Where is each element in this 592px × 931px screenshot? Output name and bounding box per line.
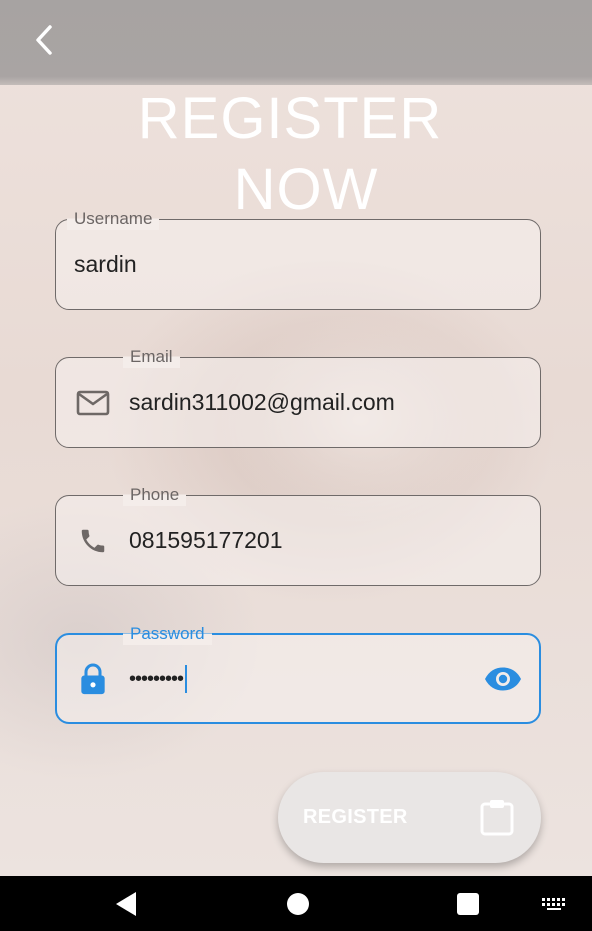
app-bar — [0, 0, 592, 85]
password-visibility-toggle[interactable] — [483, 659, 523, 699]
text-caret — [185, 664, 188, 693]
password-field[interactable]: Password ••••••••• — [55, 623, 541, 724]
lock-icon — [76, 662, 110, 696]
password-value: ••••••••• — [129, 635, 188, 722]
keyboard-icon — [542, 897, 565, 910]
triangle-back-icon — [116, 891, 136, 916]
username-field[interactable]: Username sardin — [55, 208, 541, 310]
password-mask: ••••••••• — [129, 667, 184, 690]
phone-icon — [76, 524, 110, 558]
system-nav-bar — [0, 876, 592, 931]
chevron-left-icon — [36, 25, 52, 55]
username-value: sardin — [74, 251, 137, 277]
email-field[interactable]: Email sardin311002@gmail.com — [55, 346, 541, 448]
eye-icon — [485, 667, 521, 690]
phone-value: 081595177201 — [129, 527, 283, 553]
mail-icon — [76, 386, 110, 420]
nav-keyboard-button[interactable] — [524, 876, 584, 931]
clipboard-icon — [480, 800, 514, 836]
nav-recents-button[interactable] — [438, 876, 498, 931]
register-button-label: REGISTER — [303, 806, 408, 828]
register-button[interactable]: REGISTER — [278, 772, 541, 863]
square-recents-icon — [457, 892, 479, 915]
phone-field[interactable]: Phone 081595177201 — [55, 484, 541, 586]
register-screen: REGISTER NOW Username sardin Email sardi… — [0, 0, 592, 876]
page-title-line1: REGISTER — [137, 86, 443, 151]
circle-home-icon — [287, 892, 309, 915]
email-value: sardin311002@gmail.com — [129, 389, 395, 415]
nav-back-button[interactable] — [96, 876, 156, 931]
nav-home-button[interactable] — [268, 876, 328, 931]
back-button[interactable] — [22, 18, 66, 62]
